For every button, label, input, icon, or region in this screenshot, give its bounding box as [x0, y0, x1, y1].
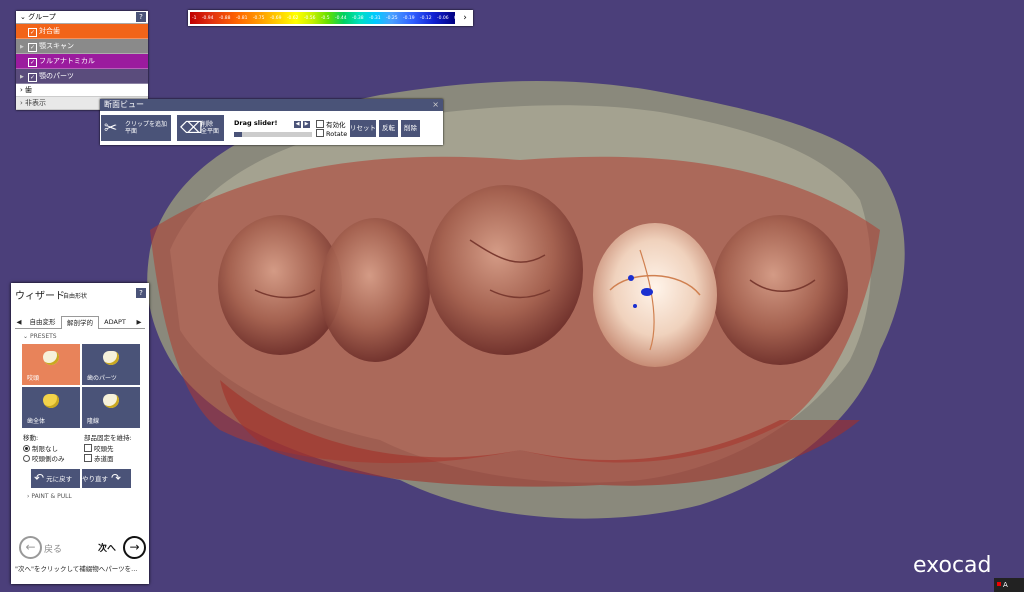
- wizard-panel: ウィザード 自由形状 ? ◀ 自由変形 解剖学的 ADAPT ▶ ⌄ PRESE…: [11, 283, 149, 584]
- move-option-unlimited[interactable]: 制限なし: [23, 443, 58, 453]
- wizard-help-button[interactable]: ?: [136, 288, 146, 298]
- tooth-5: [712, 215, 848, 365]
- back-arrow-icon[interactable]: ←: [19, 536, 42, 559]
- keep-option-equator[interactable]: 赤道面: [84, 453, 114, 463]
- back-button[interactable]: 戻る: [44, 542, 62, 555]
- wizard-tabs: ◀ 自由変形 解剖学的 ADAPT ▶: [15, 316, 145, 329]
- record-icon: [997, 582, 1001, 586]
- redo-button[interactable]: やり直す ↷: [82, 469, 131, 488]
- next-arrow-icon[interactable]: →: [123, 536, 146, 559]
- scissors-icon: ✂: [104, 118, 118, 137]
- section-slider[interactable]: [234, 132, 312, 137]
- enable-checkbox[interactable]: 有効化: [316, 119, 346, 129]
- group-item-antagonist[interactable]: ✓ 対合歯: [16, 24, 148, 39]
- preset-whole-tooth[interactable]: 歯全体: [22, 387, 80, 428]
- checkbox-checked-icon[interactable]: ✓: [28, 58, 37, 67]
- group-title: グループ: [28, 13, 56, 21]
- crown-tooth: [593, 223, 717, 367]
- slider-label: Drag slider!: [234, 119, 278, 127]
- tab-free-deform[interactable]: 自由変形: [25, 316, 60, 328]
- tooth-icon: [103, 394, 119, 408]
- preset-ridge[interactable]: 隆線: [82, 387, 140, 428]
- move-label: 移動:: [23, 434, 39, 442]
- section-slider-thumb[interactable]: [234, 132, 242, 137]
- keep-option-cusp-tip[interactable]: 咬頭先: [84, 443, 114, 453]
- undo-button[interactable]: ↶ 元に戻す: [31, 469, 80, 488]
- wizard-hint: "次へ"をクリックして補綴物へパーツを...: [15, 565, 138, 573]
- wizard-title: ウィザード: [15, 291, 65, 302]
- slider-left-arrow-icon[interactable]: ◀: [294, 121, 301, 128]
- tab-scroll-left-icon[interactable]: ◀: [15, 316, 23, 328]
- expand-triangle-icon[interactable]: ▶: [20, 70, 28, 84]
- chevron-down-icon: ⌄: [23, 333, 29, 340]
- slider-right-arrow-icon[interactable]: ▶: [303, 121, 310, 128]
- cross-section-header: 断面ビュー ×: [100, 99, 443, 111]
- chevron-right-icon: ›: [27, 493, 30, 500]
- 3d-viewport[interactable]: [0, 0, 1024, 592]
- distance-color-scale: -1 -0.94 -0.88 -0.81 -0.75 -0.69 -0.62 -…: [188, 10, 473, 26]
- dental-model-render[interactable]: [0, 0, 1024, 592]
- delete-button[interactable]: 削除: [401, 120, 420, 137]
- system-tray: A: [994, 578, 1024, 592]
- group-panel: ⌄ グループ ? ✓ 対合歯 ▶ ✓ 顎スキャン ✓ フルアナトミカル ▶ ✓ 顎のパーツ …: [16, 11, 148, 110]
- group-section-tooth[interactable]: › 歯: [16, 84, 148, 97]
- move-option-cusp-only[interactable]: 咬頭側のみ: [23, 453, 65, 463]
- preset-cusp[interactable]: 咬頭: [22, 344, 80, 385]
- group-help-button[interactable]: ?: [136, 12, 146, 22]
- redo-icon: ↷: [111, 471, 122, 485]
- chevron-right-icon: ›: [20, 86, 23, 94]
- cross-section-panel: 断面ビュー × ✂ クリップを追加 平面 ⌫ 削除 全平面 Drag slider!…: [100, 99, 443, 145]
- group-item-full-anatomic[interactable]: ✓ フルアナトミカル: [16, 54, 148, 69]
- scale-expand-arrow-icon[interactable]: ›: [459, 12, 471, 24]
- rotate-checkbox[interactable]: Rotate: [316, 129, 347, 138]
- tooth-3: [427, 185, 583, 355]
- group-header[interactable]: ⌄ グループ ?: [16, 11, 148, 24]
- close-icon[interactable]: ×: [432, 99, 439, 111]
- expand-triangle-icon[interactable]: ▶: [20, 40, 28, 54]
- group-item-jaw-scan[interactable]: ▶ ✓ 顎スキャン: [16, 39, 148, 54]
- wizard-subtitle: 自由形状: [63, 293, 88, 300]
- reset-button[interactable]: リセット: [350, 120, 376, 137]
- checkbox-checked-icon[interactable]: ✓: [28, 43, 37, 52]
- next-button[interactable]: 次へ: [98, 541, 116, 554]
- tab-adapt[interactable]: ADAPT: [99, 316, 131, 328]
- add-clip-plane-button[interactable]: ✂ クリップを追加 平面: [101, 115, 171, 141]
- tab-scroll-right-icon[interactable]: ▶: [135, 316, 143, 328]
- preset-tooth-parts[interactable]: 歯のパーツ: [82, 344, 140, 385]
- tab-anatomic[interactable]: 解剖学的: [61, 316, 99, 329]
- paint-pull-section[interactable]: › PAINT & PULL: [27, 493, 72, 500]
- delete-all-planes-button[interactable]: ⌫ 削除 全平面: [177, 115, 224, 141]
- undo-icon: ↶: [34, 471, 45, 485]
- color-scale-bar: -1 -0.94 -0.88 -0.81 -0.75 -0.69 -0.62 -…: [190, 12, 457, 24]
- tooth-icon: [103, 351, 119, 365]
- checkbox-checked-icon[interactable]: ✓: [28, 73, 37, 82]
- tooth-icon: [43, 351, 59, 365]
- chevron-down-icon: ⌄: [20, 13, 26, 21]
- tooth-2: [320, 218, 430, 362]
- flip-button[interactable]: 反転: [379, 120, 398, 137]
- checkbox-checked-icon[interactable]: ✓: [28, 28, 37, 37]
- tooth-icon: [43, 394, 59, 408]
- presets-header[interactable]: ⌄ PRESETS: [23, 333, 57, 340]
- color-scale-labels: -1 -0.94 -0.88 -0.81 -0.75 -0.69 -0.62 -…: [192, 16, 457, 21]
- contact-spot: [641, 288, 653, 296]
- keep-label: 部品固定を維持:: [84, 434, 132, 442]
- chevron-right-icon: ›: [20, 99, 23, 107]
- group-item-jaw-parts[interactable]: ▶ ✓ 顎のパーツ: [16, 69, 148, 84]
- broom-icon: ⌫: [180, 118, 203, 137]
- exocad-logo: exocad: [913, 553, 992, 578]
